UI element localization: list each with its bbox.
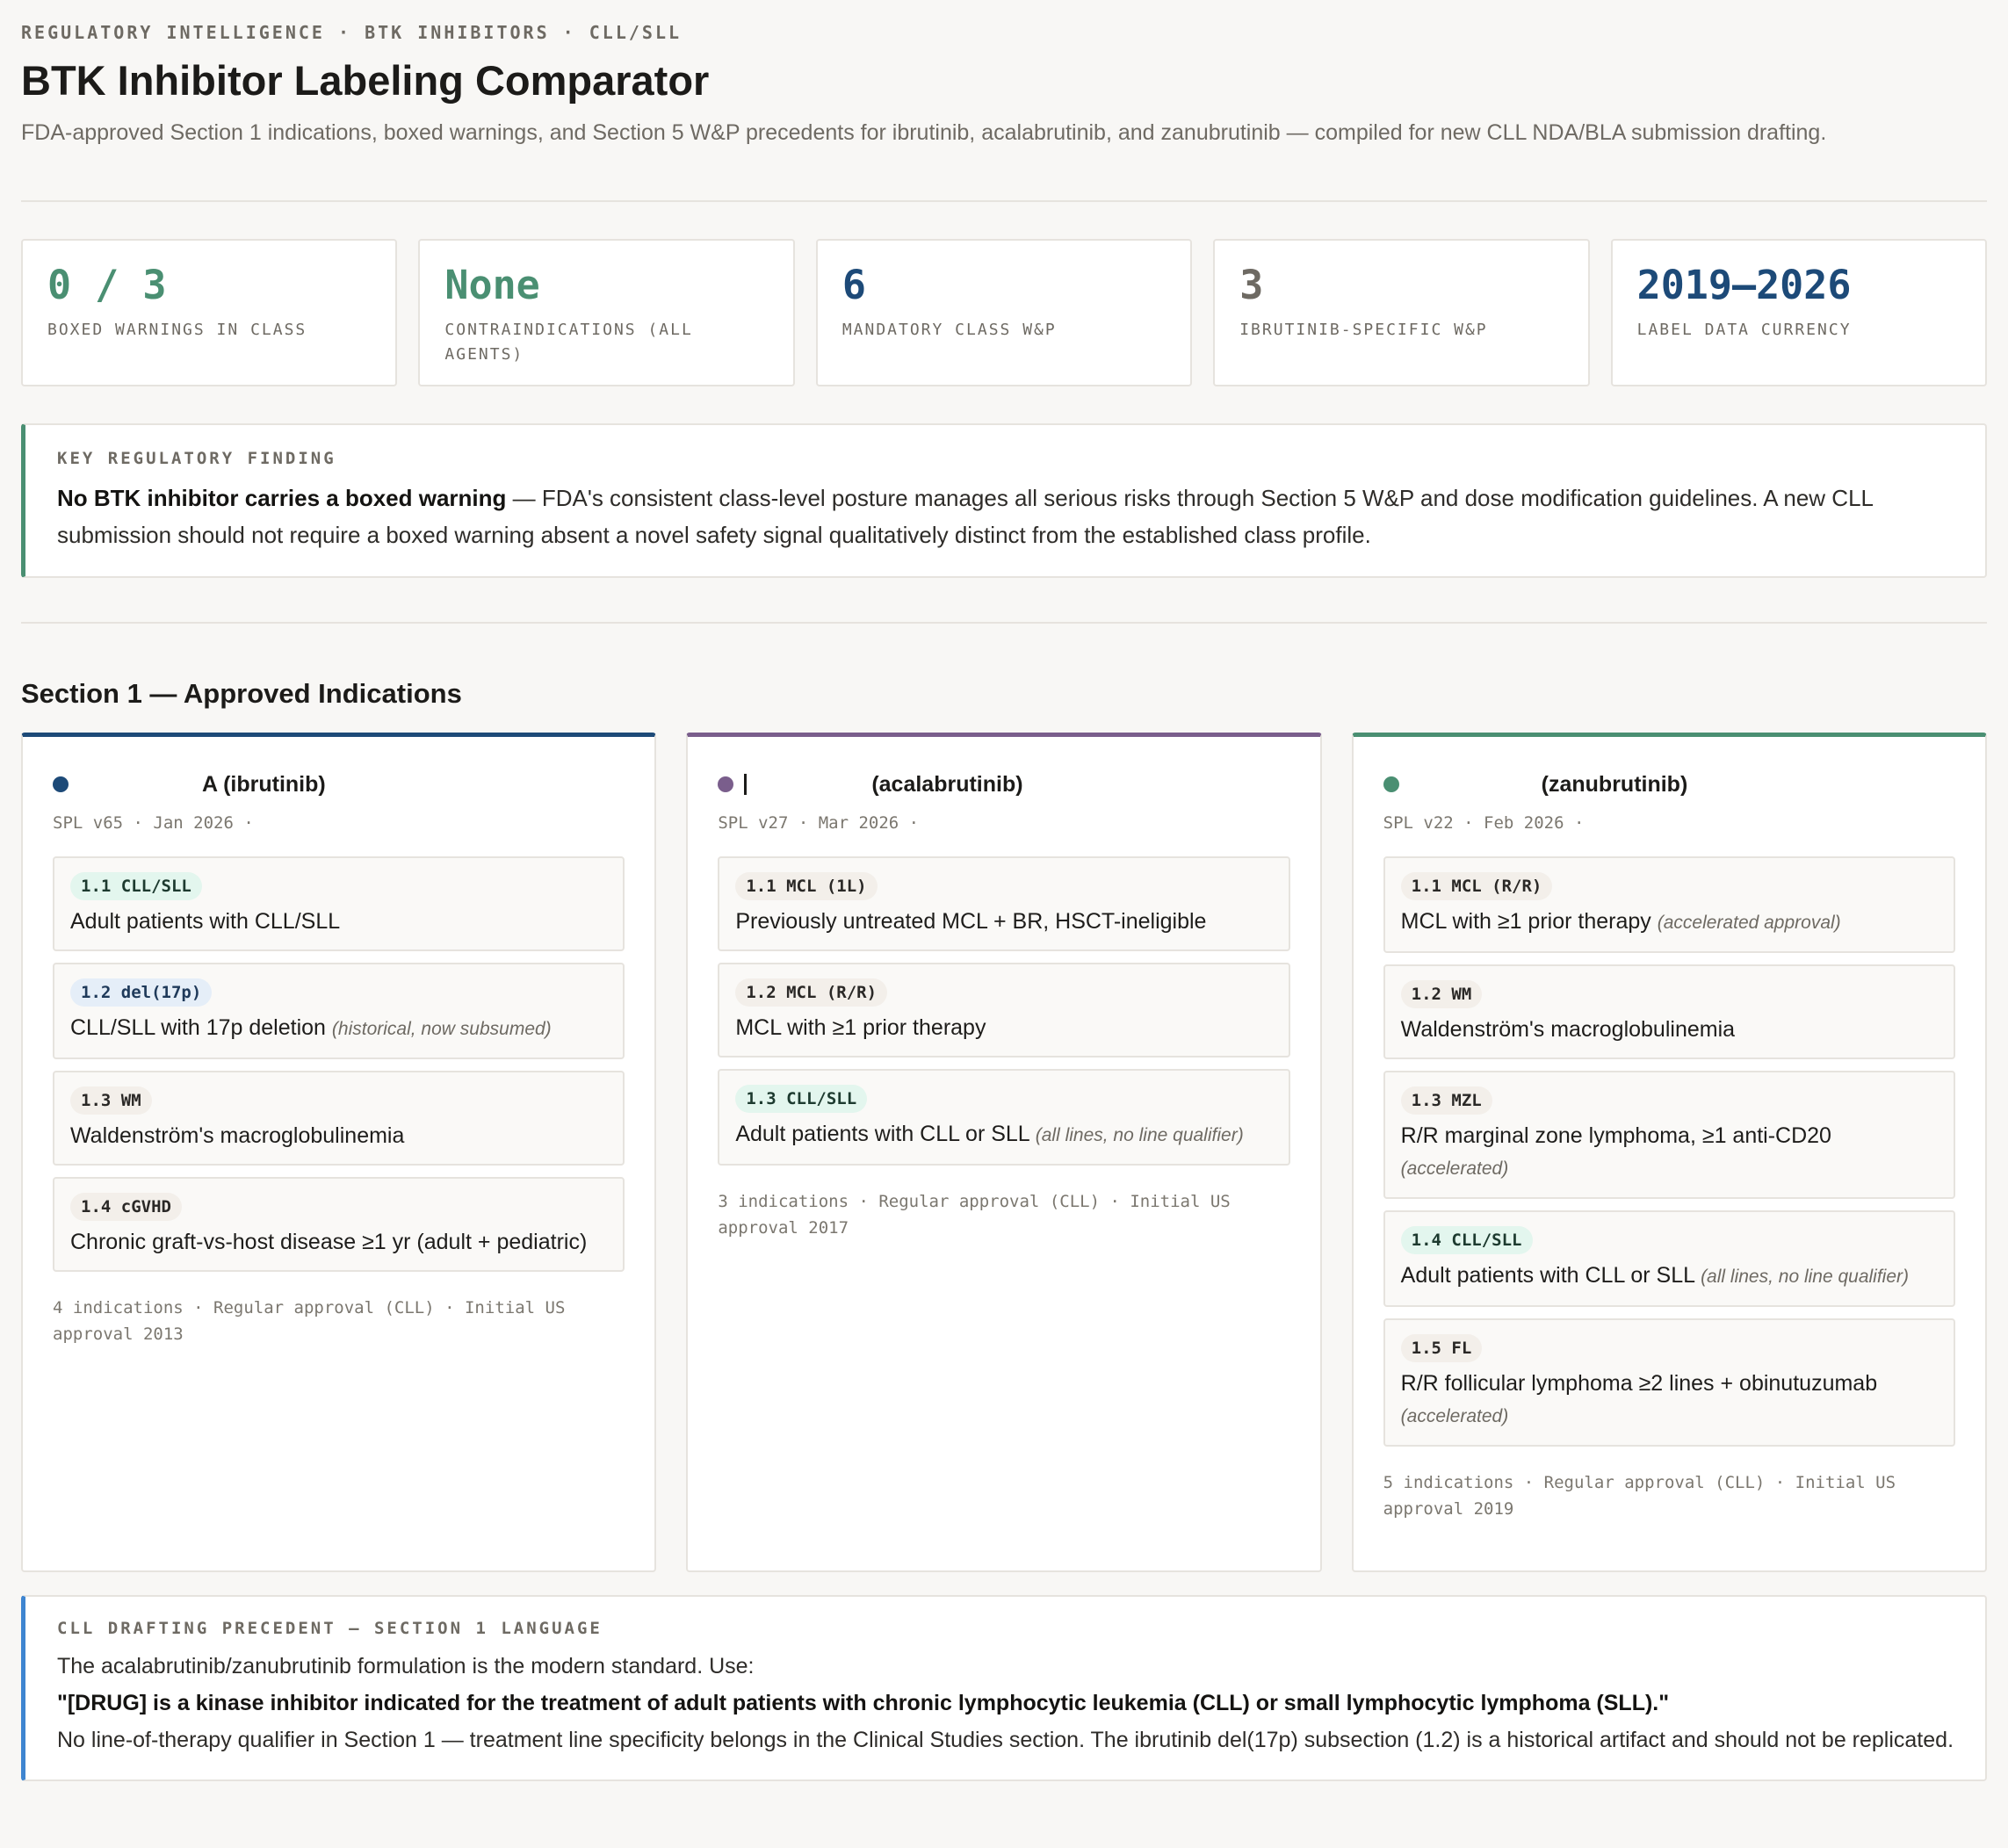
spl-meta: SPL v65 · Jan 2026 · [53,813,254,833]
indication-tag: 1.2 WM [1400,980,1483,1008]
indication-tag: 1.2 MCL (R/R) [735,978,888,1007]
drug-name: (acalabrutinib) [871,771,1023,797]
drug-card-footer: 4 indications · Regular approval (CLL) ·… [53,1298,566,1344]
indication-item: 1.2 del(17p) CLL/SLL with 17p deletion (… [53,963,625,1059]
indication-item: 1.1 MCL (1L) Previously untreated MCL + … [718,856,1290,951]
indication-item: 1.5 FL R/R follicular lymphoma ≥2 lines … [1383,1318,1955,1447]
stat-card-ibrutinib-wp: 3 IBRUTINIB-SPECIFIC W&P [1213,239,1590,386]
indication-tag: 1.1 MCL (R/R) [1400,872,1553,900]
drug-card-acalabrutinib: (acalabrutinib) SPL v27 · Mar 2026 · 1.1… [686,733,1322,1572]
stats-row: 0 / 3 BOXED WARNINGS IN CLASS None CONTR… [21,239,1988,386]
redaction [79,774,202,795]
spl-meta: SPL v27 · Mar 2026 · [718,813,920,833]
color-dot-icon [718,776,734,792]
spl-meta: SPL v22 · Feb 2026 · [1383,813,1585,833]
indication-text: Adult patients with CLL/SLL [70,909,341,934]
indication-text: CLL/SLL with 17p deletion (historical, n… [70,1015,552,1040]
drug-card-footer: 5 indications · Regular approval (CLL) ·… [1383,1473,1896,1519]
stat-value: 2019–2026 [1636,262,1852,308]
stat-card-boxed-warnings: 0 / 3 BOXED WARNINGS IN CLASS [21,239,398,386]
drug-card-ibrutinib: A (ibrutinib) SPL v65 · Jan 2026 · 1.1 C… [21,733,657,1572]
drug-name: A (ibrutinib) [202,771,326,797]
page-subtitle: FDA-approved Section 1 indications, boxe… [21,120,1827,145]
indication-note: (all lines, no line qualifier) [1035,1125,1244,1145]
page-title: BTK Inhibitor Labeling Comparator [21,57,710,104]
indication-item: 1.4 CLL/SLL Adult patients with CLL or S… [1383,1210,1955,1307]
page-header: REGULATORY INTELLIGENCE · BTK INHIBITORS… [21,18,1987,148]
indication-item: 1.3 WM Waldenström's macroglobulinemia [53,1071,625,1166]
indication-text: MCL with ≥1 prior therapy [735,1015,986,1040]
indication-text: Adult patients with CLL or SLL (all line… [1400,1263,1910,1288]
indication-item: 1.4 cGVHD Chronic graft-vs-host disease … [53,1177,625,1272]
precedent-outro: No line-of-therapy qualifier in Section … [57,1728,1954,1752]
stat-card-contraindications: None CONTRAINDICATIONS (ALL AGENTS) [418,239,795,386]
indication-note: (accelerated approval) [1657,913,1841,933]
indication-tag: 1.1 MCL (1L) [735,872,878,900]
stat-label: IBRUTINIB-SPECIFIC W&P [1239,321,1488,339]
callout-eyebrow: CLL DRAFTING PRECEDENT — SECTION 1 LANGU… [57,1619,603,1638]
indication-tag: 1.4 cGVHD [70,1193,182,1221]
color-dot-icon [53,776,69,792]
redaction [744,774,872,795]
stat-label: LABEL DATA CURRENCY [1636,321,1852,339]
callout-text: No BTK inhibitor carries a boxed warning… [57,480,1954,553]
indication-tag: 1.1 CLL/SLL [70,872,202,900]
indication-item: 1.2 MCL (R/R) MCL with ≥1 prior therapy [718,963,1290,1058]
stat-label: BOXED WARNINGS IN CLASS [47,321,307,339]
indication-tag: 1.3 WM [70,1086,152,1115]
indication-item: 1.3 MZL R/R marginal zone lymphoma, ≥1 a… [1383,1071,1955,1199]
indication-text: Previously untreated MCL + BR, HSCT-inel… [735,909,1207,934]
indication-note: (accelerated) [1400,1159,1509,1179]
indication-text: Waldenström's macroglobulinemia [1400,1017,1736,1042]
indication-text: Waldenström's macroglobulinemia [70,1123,405,1148]
callout-eyebrow: KEY REGULATORY FINDING [57,449,336,468]
eyebrow: REGULATORY INTELLIGENCE · BTK INHIBITORS… [21,22,683,43]
indication-item: 1.2 WM Waldenström's macroglobulinemia [1383,964,1955,1059]
indication-text: MCL with ≥1 prior therapy (accelerated a… [1400,909,1841,934]
indication-note: (all lines, no line qualifier) [1701,1267,1910,1287]
drug-name: (zanubrutinib) [1541,771,1688,797]
indication-item: 1.1 MCL (R/R) MCL with ≥1 prior therapy … [1383,856,1955,953]
precedent-intro: The acalabrutinib/zanubrutinib formulati… [57,1654,755,1678]
indication-columns: A (ibrutinib) SPL v65 · Jan 2026 · 1.1 C… [21,733,1987,1572]
color-dot-icon [1383,776,1399,792]
indication-tag: 1.3 CLL/SLL [735,1085,868,1113]
indication-note: (accelerated) [1400,1406,1509,1426]
stat-value: 3 [1239,262,1264,308]
indication-text: R/R follicular lymphoma ≥2 lines + obinu… [1400,1371,1878,1426]
drug-card-header: (zanubrutinib) [1383,760,1955,809]
indication-text: Adult patients with CLL or SLL (all line… [735,1122,1244,1146]
stat-value: None [444,262,540,308]
drafting-precedent-callout: CLL DRAFTING PRECEDENT — SECTION 1 LANGU… [21,1595,1987,1781]
indication-tag: 1.3 MZL [1400,1086,1492,1115]
indication-item: 1.3 CLL/SLL Adult patients with CLL or S… [718,1069,1290,1166]
divider [21,200,1987,202]
redaction [1409,774,1542,795]
indication-text: R/R marginal zone lymphoma, ≥1 anti-CD20… [1400,1123,1831,1179]
stat-label: CONTRAINDICATIONS (ALL AGENTS) [444,321,693,364]
stat-card-data-currency: 2019–2026 LABEL DATA CURRENCY [1610,239,1988,386]
stat-value: 6 [841,262,866,308]
drug-card-header: A (ibrutinib) [53,760,625,809]
drug-card-footer: 3 indications · Regular approval (CLL) ·… [718,1192,1231,1238]
key-finding-callout: KEY REGULATORY FINDING No BTK inhibitor … [21,423,1987,578]
drug-card-zanubrutinib: (zanubrutinib) SPL v22 · Feb 2026 · 1.1 … [1351,733,1987,1572]
indication-text: Chronic graft-vs-host disease ≥1 yr (adu… [70,1230,588,1254]
section-title: Section 1 — Approved Indications [21,678,462,709]
divider [21,622,1987,624]
indication-tag: 1.4 CLL/SLL [1400,1226,1533,1254]
precedent-quote: "[DRUG] is a kinase inhibitor indicated … [57,1691,1670,1715]
stat-card-mandatory-wp: 6 MANDATORY CLASS W&P [815,239,1193,386]
stat-label: MANDATORY CLASS W&P [841,321,1057,339]
indication-item: 1.1 CLL/SLL Adult patients with CLL/SLL [53,856,625,951]
indication-tag: 1.2 del(17p) [70,978,213,1007]
callout-bold: No BTK inhibitor carries a boxed warning [57,485,507,511]
drug-card-header: (acalabrutinib) [718,760,1289,809]
indication-tag: 1.5 FL [1400,1334,1483,1362]
indication-note: (historical, now subsumed) [331,1019,552,1039]
stat-value: 0 / 3 [47,262,167,308]
